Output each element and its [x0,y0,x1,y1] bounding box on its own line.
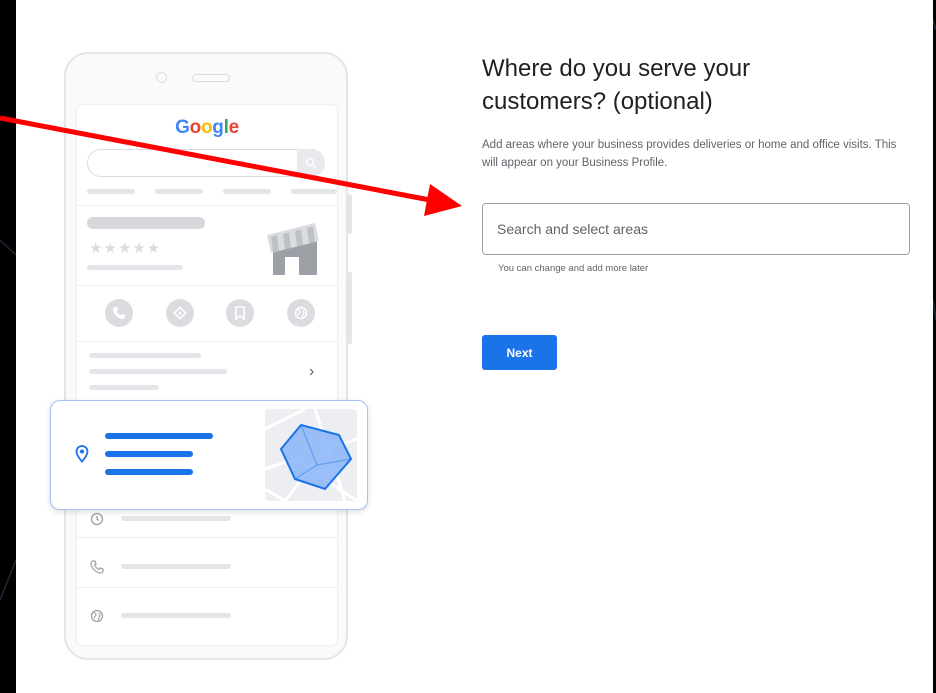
placeholder-tab [87,189,135,194]
placeholder-text [121,564,231,569]
placeholder-text [89,385,159,390]
phone-side-button [348,272,352,344]
placeholder-line [105,469,193,475]
placeholder-tab [223,189,271,194]
phone-screen: Google ★★★★★ › [76,104,338,646]
chevron-right-icon: › [309,363,315,380]
directions-icon [165,299,194,327]
search-icon [297,149,325,177]
helper-text: You can change and add more later [498,263,649,274]
clock-icon [89,511,105,527]
rating-stars: ★★★★★ [89,240,162,257]
divider [77,537,337,538]
location-pin-icon [75,445,89,463]
placeholder-tab [155,189,203,194]
placeholder-text [121,516,231,521]
placeholder-text [89,369,227,374]
globe-icon [89,608,105,624]
page-subtitle: Add areas where your business provides d… [482,139,897,169]
storefront-icon [267,223,319,275]
setup-card: Google ★★★★★ › Where do you serve your c… [16,0,933,693]
next-button[interactable]: Next [482,335,557,370]
divider [77,341,337,342]
phone-camera [156,72,167,83]
service-area-card [50,400,368,510]
placeholder-text [121,613,231,618]
phone-search-bar [87,149,325,177]
placeholder-line [105,433,213,439]
phone-illustration: Google ★★★★★ › [64,52,352,660]
page-title: Where do you serve your customers? (opti… [482,55,751,115]
phone-side-button [348,194,352,234]
divider [77,587,337,588]
placeholder-text [89,353,201,358]
divider [77,285,337,286]
phone-icon [105,299,133,327]
google-logo: Google [175,117,239,138]
placeholder-business-name [87,217,205,229]
service-area-map [265,409,357,501]
phone-icon [89,559,105,575]
action-row [105,299,315,327]
bookmark-icon [226,299,255,327]
divider [77,205,337,206]
placeholder-text [87,265,183,270]
placeholder-line [105,451,193,457]
placeholder-tab [291,189,337,194]
service-area-search-input[interactable] [482,203,910,255]
globe-icon [286,299,315,327]
phone-speaker [192,74,230,82]
